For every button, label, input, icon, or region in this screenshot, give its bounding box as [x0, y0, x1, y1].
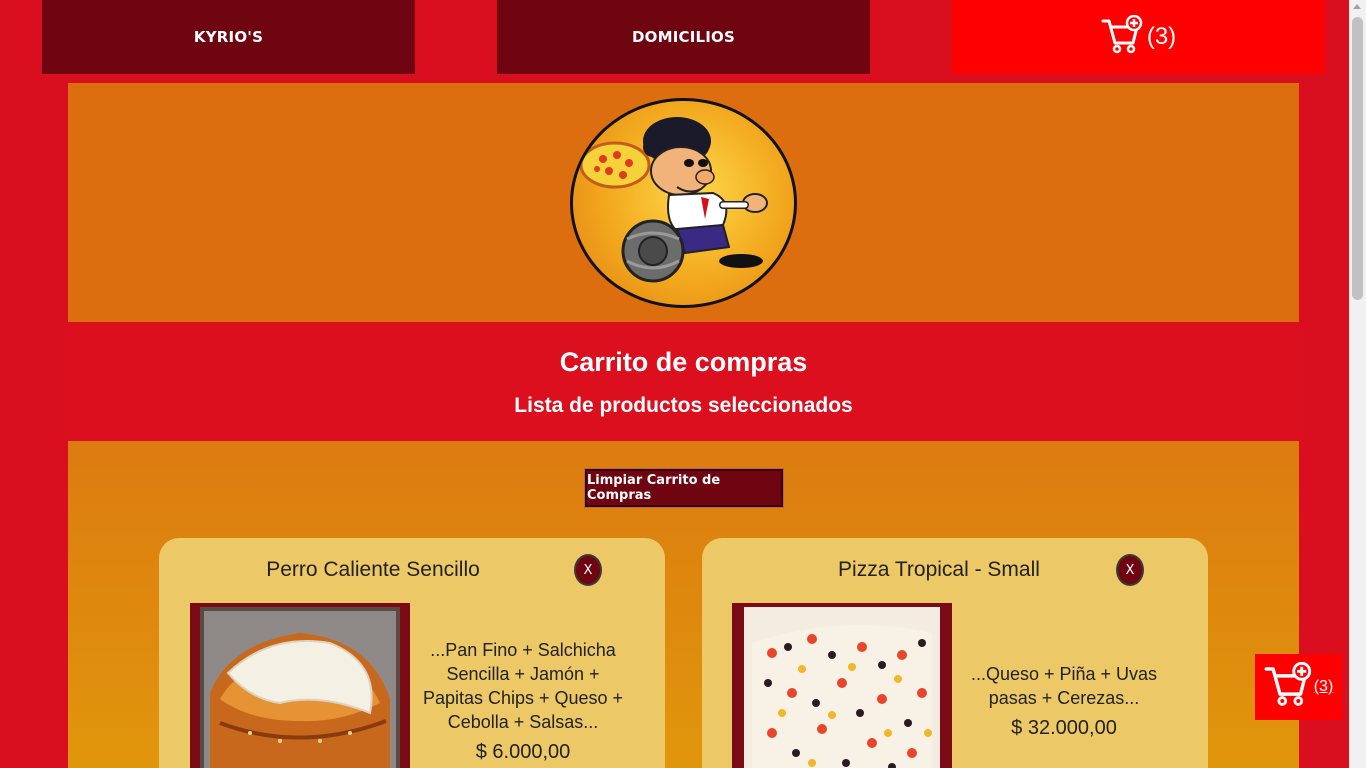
nav-cart-button[interactable]: (3) [952, 0, 1325, 74]
remove-item-button[interactable]: X [574, 554, 602, 586]
scroll-up-arrow-icon[interactable] [1353, 4, 1361, 9]
floating-cart-button[interactable]: (3) [1255, 654, 1342, 720]
page-subtitle: Lista de productos seleccionados [514, 394, 853, 417]
nav-brand-button[interactable]: KYRIO'S [42, 0, 415, 74]
cart-add-icon [1264, 661, 1312, 712]
nav-brand-label: KYRIO'S [193, 28, 264, 46]
pizza-image [732, 603, 952, 768]
cart-item-description: ...Queso + Piña + Uvas pasas + Cerezas..… [970, 664, 1158, 708]
header-banner [68, 83, 1299, 322]
cart-item-price: $ 32.000,00 [1011, 717, 1117, 739]
restaurant-logo [570, 98, 797, 308]
cart-content: Limpiar Carrito de Compras Perro Calient… [68, 441, 1299, 768]
cart-add-icon [1101, 14, 1143, 59]
cart-item-name: Pizza Tropical - Small [838, 558, 1040, 581]
page-title: Carrito de compras [559, 347, 808, 377]
remove-item-button[interactable]: X [1116, 554, 1144, 586]
clear-cart-button[interactable]: Limpiar Carrito de Compras [584, 468, 784, 508]
cart-item-card: Pizza Tropical - Small X ...Queso + Piña… [702, 538, 1208, 768]
scrollbar-thumb[interactable] [1352, 17, 1363, 300]
cart-title-band: Carrito de compras Lista de productos se… [68, 322, 1299, 441]
cart-item-card: Perro Caliente Sencillo X ...Pan Fino + … [159, 538, 665, 768]
nav-delivery-label: DOMICILIOS [632, 28, 735, 46]
cart-item-description: ...Pan Fino + Salchicha Sencilla + Jamón… [422, 640, 624, 732]
cart-item-price: $ 6.000,00 [475, 741, 571, 763]
cart-item-name: Perro Caliente Sencillo [266, 558, 480, 581]
nav-delivery-button[interactable]: DOMICILIOS [497, 0, 870, 74]
hotdog-image [190, 603, 410, 768]
floating-cart-count: (3) [1313, 678, 1334, 695]
nav-cart-count: (3) [1146, 23, 1177, 50]
page-scrollbar[interactable] [1349, 0, 1366, 768]
